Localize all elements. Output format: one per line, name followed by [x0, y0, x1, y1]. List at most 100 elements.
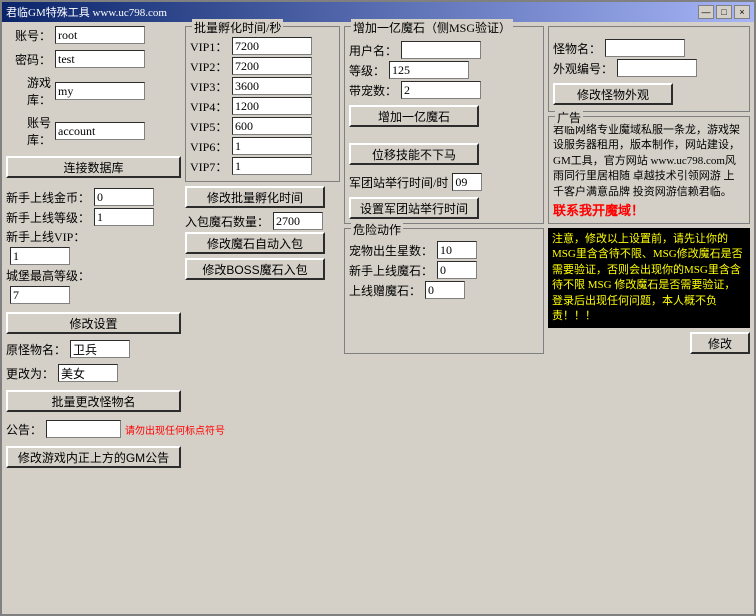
- vip6-input[interactable]: [232, 137, 312, 155]
- online-gift-input[interactable]: [425, 281, 465, 299]
- ad-content: 君临网络专业魔域私服一条龙，游戏架设服务器租用，版本制作，网站建设，GM工具，官…: [553, 123, 745, 200]
- transfer-skill-button[interactable]: 位移技能不下马: [349, 143, 479, 165]
- account-input[interactable]: [55, 26, 145, 44]
- middle-column: 批量孵化时间/秒 VIP1： VIP2： VIP3： VIP4：: [185, 26, 340, 610]
- username-row: 用户名：: [349, 41, 539, 59]
- appearance-row: 外观编号：: [553, 59, 745, 77]
- newbie-magic-row: 新手上线魔石：: [349, 261, 539, 279]
- gamedb-row: 游戏库：: [6, 74, 181, 108]
- monster-name-input[interactable]: [605, 39, 685, 57]
- vip4-row: VIP4：: [190, 97, 335, 115]
- newbie-gold-input[interactable]: [94, 188, 154, 206]
- notice-label: 公告：: [6, 421, 42, 438]
- modify-batch-button[interactable]: 修改批量孵化时间: [185, 186, 325, 208]
- vip4-label: VIP4：: [190, 98, 228, 115]
- vip7-input[interactable]: [232, 157, 312, 175]
- newbie-magic-input[interactable]: [437, 261, 477, 279]
- batch-hatch-group: 批量孵化时间/秒 VIP1： VIP2： VIP3： VIP4：: [185, 26, 340, 182]
- bottom-sections-area: 危险动作 宠物出生星数： 新手上线魔石： 上线赠魔石：: [344, 228, 750, 354]
- vip4-input[interactable]: [232, 97, 312, 115]
- vip5-row: VIP5：: [190, 117, 335, 135]
- appearance-label: 外观编号：: [553, 60, 613, 77]
- newbie-magic-label: 新手上线魔石：: [349, 262, 433, 279]
- newbie-gold-label: 新手上线金币：: [6, 189, 90, 206]
- monster-name-label: 怪物名：: [553, 40, 601, 57]
- window-controls: — □ ×: [698, 5, 750, 19]
- original-monster-row: 原怪物名：: [6, 340, 181, 358]
- notice-input[interactable]: [46, 420, 121, 438]
- guild-time-label: 军团站举行时间/时: [349, 174, 448, 191]
- pet-star-label: 宠物出生星数：: [349, 242, 433, 259]
- newbie-level-row: 新手上线等级：: [6, 208, 181, 226]
- maximize-button[interactable]: □: [716, 5, 732, 19]
- username-label: 用户名：: [349, 42, 397, 59]
- right-sections: 增加一亿魔石（侧MSG验证） 用户名： 等级： 带宠数： 增加一亿魔石: [344, 26, 750, 610]
- vip3-input[interactable]: [232, 77, 312, 95]
- account-row: 账号：: [6, 26, 181, 44]
- left-column: 账号： 密码： 游戏库： 账号库： 连接数据库 新手上线金币：: [6, 26, 181, 610]
- modify-danger-button[interactable]: 修改: [690, 332, 750, 354]
- batch-change-button[interactable]: 批量更改怪物名: [6, 390, 181, 412]
- gamedb-input[interactable]: [55, 82, 145, 100]
- magic-stone-title: 增加一亿魔石（侧MSG验证）: [351, 19, 513, 36]
- castle-max-label: 城堡最高等级：: [6, 267, 181, 284]
- minimize-button[interactable]: —: [698, 5, 714, 19]
- level-row: 等级：: [349, 61, 539, 79]
- ad-link[interactable]: 联系我开魔域！: [553, 200, 745, 219]
- newbie-vip-input[interactable]: [10, 247, 70, 265]
- vip2-input[interactable]: [232, 57, 312, 75]
- modify-appearance-button[interactable]: 修改怪物外观: [553, 83, 673, 105]
- accountdb-row: 账号库：: [6, 114, 181, 148]
- monster-section: 怪物名： 外观编号： 修改怪物外观: [548, 26, 750, 112]
- magic-stone-section: 增加一亿魔石（侧MSG验证） 用户名： 等级： 带宠数： 增加一亿魔石: [344, 26, 544, 224]
- castle-max-input[interactable]: [10, 286, 70, 304]
- username-input[interactable]: [401, 41, 481, 59]
- modify-boss-magic-button[interactable]: 修改BOSS魔石入包: [185, 258, 325, 280]
- vip5-label: VIP5：: [190, 118, 228, 135]
- guild-time-row: 军团站举行时间/时: [349, 173, 539, 191]
- vip2-label: VIP2：: [190, 58, 228, 75]
- vip5-input[interactable]: [232, 117, 312, 135]
- modify-magic-auto-button[interactable]: 修改魔石自动入包: [185, 232, 325, 254]
- level-label: 等级：: [349, 62, 385, 79]
- monster-name-row: 怪物名：: [553, 39, 745, 57]
- set-guild-button[interactable]: 设置军团站举行时间: [349, 197, 479, 219]
- vip3-label: VIP3：: [190, 78, 228, 95]
- vip6-row: VIP6：: [190, 137, 335, 155]
- connect-db-button[interactable]: 连接数据库: [6, 156, 181, 178]
- newbie-level-input[interactable]: [94, 208, 154, 226]
- online-gift-row: 上线赠魔石：: [349, 281, 539, 299]
- bag-magic-input[interactable]: [273, 212, 323, 230]
- vip7-row: VIP7：: [190, 157, 335, 175]
- modify-settings-button[interactable]: 修改设置: [6, 312, 181, 334]
- newbie-vip-label: 新手上线VIP：: [6, 228, 181, 245]
- vip3-row: VIP3：: [190, 77, 335, 95]
- bag-magic-label: 入包魔石数量：: [185, 213, 269, 230]
- password-input[interactable]: [55, 50, 145, 68]
- vip1-row: VIP1：: [190, 37, 335, 55]
- vip6-label: VIP6：: [190, 138, 228, 155]
- add-magic-stone-button[interactable]: 增加一亿魔石: [349, 105, 479, 127]
- bag-magic-row: 入包魔石数量：: [185, 212, 340, 230]
- level-input[interactable]: [389, 61, 469, 79]
- pet-count-input[interactable]: [401, 81, 481, 99]
- warning-text: 注意，修改以上设置前，请先让你的MSG里含含待不限、MSG修改魔石是否需要验证，…: [548, 228, 750, 328]
- close-button[interactable]: ×: [734, 5, 750, 19]
- danger-title: 危险动作: [351, 221, 403, 238]
- original-monster-label: 原怪物名：: [6, 341, 66, 358]
- modify-notice-button[interactable]: 修改游戏内正上方的GM公告: [6, 446, 181, 468]
- change-to-row: 更改为：: [6, 364, 181, 382]
- change-to-input[interactable]: [58, 364, 118, 382]
- newbie-level-label: 新手上线等级：: [6, 209, 90, 226]
- guild-time-input[interactable]: [452, 173, 482, 191]
- online-gift-label: 上线赠魔石：: [349, 282, 421, 299]
- pet-star-input[interactable]: [437, 241, 477, 259]
- accountdb-input[interactable]: [55, 122, 145, 140]
- gamedb-label: 游戏库：: [6, 74, 51, 108]
- password-row: 密码：: [6, 50, 181, 68]
- appearance-input[interactable]: [617, 59, 697, 77]
- vip1-input[interactable]: [232, 37, 312, 55]
- ad-title: 广告: [555, 109, 583, 126]
- main-window: 君临GM特殊工具 www.uc798.com — □ × 账号： 密码： 游戏库…: [0, 0, 756, 616]
- original-monster-input[interactable]: [70, 340, 130, 358]
